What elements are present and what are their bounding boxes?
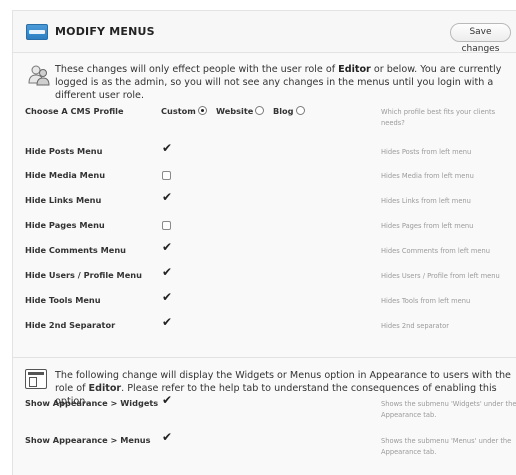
checkmark-icon: ✔ — [162, 190, 173, 204]
notice-text: These changes will only effect people wi… — [55, 64, 502, 101]
show-menus-checkbox[interactable]: ✔ — [161, 430, 173, 446]
show-widgets-checkbox[interactable]: ✔ — [161, 393, 173, 409]
profile-option-custom[interactable]: Custom — [161, 106, 207, 116]
radio-icon[interactable] — [255, 106, 265, 115]
row-desc: Hides Tools from left menu — [381, 297, 471, 305]
modify-menus-panel: MODIFY MENUS Save changes These changes … — [12, 10, 516, 475]
row-label: Hide Comments Menu — [25, 245, 126, 255]
hide-comments-checkbox[interactable]: ✔ — [161, 240, 173, 256]
hide-users-row: Hide Users / Profile Menu ✔ Hides Users … — [13, 265, 516, 288]
checkmark-icon: ✔ — [162, 141, 173, 155]
row-desc: Hides Media from left menu — [381, 172, 474, 180]
row-label: Hide Users / Profile Menu — [25, 270, 142, 280]
profile-option-blog[interactable]: Blog — [273, 106, 305, 116]
row-label: Show Appearance > Menus — [25, 435, 151, 445]
checkmark-icon: ✔ — [162, 265, 173, 279]
show-menus-row: Show Appearance > Menus ✔ Shows the subm… — [13, 430, 516, 465]
hide-links-checkbox[interactable]: ✔ — [161, 190, 173, 206]
row-desc: Hides Links from left menu — [381, 197, 471, 205]
show-widgets-row: Show Appearance > Widgets ✔ Shows the su… — [13, 393, 516, 428]
row-label: Hide Posts Menu — [25, 146, 103, 156]
cms-profile-desc: Which profile best fits your clients nee… — [381, 108, 496, 127]
save-changes-button[interactable]: Save changes — [450, 23, 511, 54]
row-desc: Hides Pages from left menu — [381, 222, 474, 230]
panel-title: MODIFY MENUS — [55, 25, 155, 38]
cms-profile-label: Choose A CMS Profile — [25, 106, 124, 116]
hide-tools-row: Hide Tools Menu ✔ Hides Tools from left … — [13, 290, 516, 313]
cms-profile-row: Choose A CMS Profile Custom Website Blog… — [13, 104, 516, 127]
hide-posts-checkbox[interactable]: ✔ — [161, 141, 173, 157]
row-desc: Hides 2nd separator — [381, 322, 449, 330]
hide-comments-row: Hide Comments Menu ✔ Hides Comments from… — [13, 240, 516, 263]
section-divider — [13, 357, 516, 358]
notice2-role: Editor — [88, 383, 122, 394]
checkmark-icon: ✔ — [162, 290, 173, 304]
checkmark-icon: ✔ — [162, 430, 173, 444]
checkmark-icon: ✔ — [162, 240, 173, 254]
people-icon — [28, 65, 50, 86]
row-desc: Shows the submenu 'Widgets' under the Ap… — [381, 400, 516, 419]
window-icon — [25, 369, 47, 389]
row-desc: Hides Users / Profile from left menu — [381, 272, 500, 280]
hide-links-row: Hide Links Menu ✔ Hides Links from left … — [13, 190, 516, 213]
row-desc: Shows the submenu 'Menus' under the Appe… — [381, 437, 512, 456]
radio-selected-icon[interactable] — [197, 106, 207, 115]
hide-pages-checkbox[interactable] — [161, 219, 173, 231]
notice-role: Editor — [338, 64, 371, 75]
menu-icon — [26, 24, 48, 40]
checkbox-empty-icon — [162, 171, 171, 180]
checkbox-empty-icon — [162, 221, 171, 230]
hide-posts-row: Hide Posts Menu ✔ Hides Posts from left … — [13, 141, 516, 164]
hide-users-checkbox[interactable]: ✔ — [161, 265, 173, 281]
row-desc: Hides Comments from left menu — [381, 247, 490, 255]
hide-separator-checkbox[interactable]: ✔ — [161, 315, 173, 331]
row-label: Hide Tools Menu — [25, 295, 101, 305]
radio-icon[interactable] — [295, 106, 305, 115]
hide-media-checkbox[interactable] — [161, 169, 173, 181]
row-label: Hide 2nd Separator — [25, 320, 116, 330]
row-label: Hide Links Menu — [25, 195, 102, 205]
row-label: Hide Media Menu — [25, 170, 106, 180]
panel-header: MODIFY MENUS Save changes — [13, 11, 516, 54]
row-label: Show Appearance > Widgets — [25, 398, 159, 408]
hide-tools-checkbox[interactable]: ✔ — [161, 290, 173, 306]
checkmark-icon: ✔ — [162, 393, 173, 407]
profile-option-website[interactable]: Website — [216, 106, 265, 116]
row-desc: Hides Posts from left menu — [381, 148, 472, 156]
hide-pages-row: Hide Pages Menu Hides Pages from left me… — [13, 218, 516, 238]
checkmark-icon: ✔ — [162, 315, 173, 329]
row-label: Hide Pages Menu — [25, 220, 105, 230]
hide-separator-row: Hide 2nd Separator ✔ Hides 2nd separator — [13, 315, 516, 338]
hide-media-row: Hide Media Menu Hides Media from left me… — [13, 168, 516, 188]
